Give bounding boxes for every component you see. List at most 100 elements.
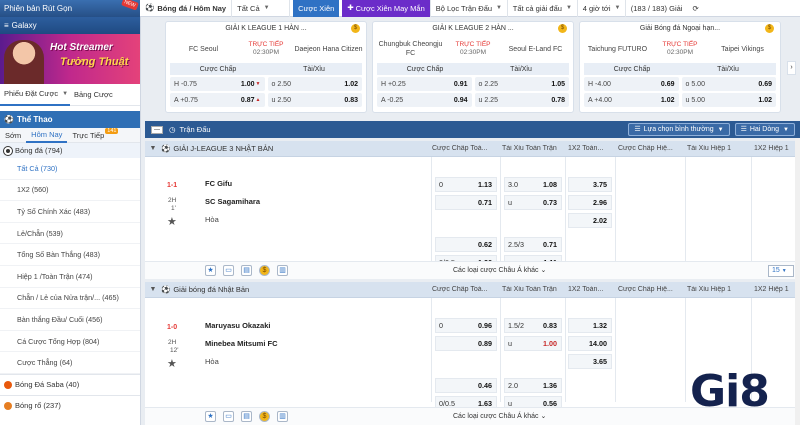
odds-cell[interactable]: 2.5/3 0.71 xyxy=(504,237,562,252)
time-select[interactable]: 4 giờ tới ▼ xyxy=(578,0,626,17)
sort-select[interactable]: ☰ Lựa chọn bình thường ▼ xyxy=(628,123,730,136)
parlay-button[interactable]: Cược Xiên xyxy=(293,0,340,17)
odds-cell[interactable]: o 2.25 1.05 xyxy=(474,77,569,91)
tab-bet-list[interactable]: Bảng Cược xyxy=(70,90,140,99)
odds-cell[interactable]: u 2.50 0.83 xyxy=(267,93,362,107)
tv-icon[interactable]: ▭ xyxy=(223,411,234,422)
featured-card[interactable]: GIẢI K LEAGUE 2 HÀN ... $ Chungbuk Cheong… xyxy=(372,21,574,113)
sidebar-sport-basketball[interactable]: Bóng rổ (237) xyxy=(0,394,140,416)
odds-cell[interactable]: H -0.75 1.00 ▼ xyxy=(170,77,265,91)
tab-today[interactable]: Hôm Nay xyxy=(26,128,68,143)
odds-cell[interactable]: 3.65 xyxy=(568,354,612,369)
league-header[interactable]: ▼ ⚽ GIẢI J-LEAGUE 3 NHẬT BẢN Cược Chấp T… xyxy=(145,141,800,157)
match-filter-select[interactable]: Bộ Lọc Trận Đấu ▼ xyxy=(431,0,508,17)
odds-value: 3.65 xyxy=(593,357,607,366)
category-soccer[interactable]: Bóng đá (794) xyxy=(0,143,140,158)
collapse-icon[interactable]: ▼ xyxy=(145,145,161,152)
odds-cell[interactable]: o 2.50 1.02 xyxy=(267,77,362,91)
odds-cell[interactable]: 1.5/2 0.83 xyxy=(504,318,562,333)
coin-icon[interactable]: $ xyxy=(259,265,270,276)
odds-cell[interactable]: A +4.00 1.02 xyxy=(584,93,679,107)
coin-icon[interactable]: $ xyxy=(259,411,270,422)
sidebar-item-odd-even[interactable]: Lẻ/Chẵn (539) xyxy=(0,223,140,245)
sidebar-item-first-last-goal[interactable]: Bàn thắng Đầu/ Cuối (456) xyxy=(0,309,140,331)
tab-bet-slip[interactable]: Phiếu Đặt Cược ▼ xyxy=(0,84,70,106)
odds-cell[interactable]: 2.0 1.36 xyxy=(504,378,562,393)
col-handicap-h1: Cược Chấp Hiệ... xyxy=(618,145,673,152)
chart-icon[interactable]: ▥ xyxy=(277,411,288,422)
coin-icon[interactable]: $ xyxy=(351,24,360,33)
chevron-down-icon: ▼ xyxy=(614,5,621,11)
odds-cell[interactable]: A +0.75 0.87 ▲ xyxy=(170,93,265,107)
promo-banner[interactable]: Hot Streamer Tường Thuật xyxy=(0,34,140,84)
card-home-team: Chungbuk Cheongju FC xyxy=(378,41,443,57)
odds-cell[interactable]: H -4.00 0.69 xyxy=(584,77,679,91)
odds-cell[interactable]: 0 0.96 xyxy=(435,318,497,333)
coin-icon[interactable]: $ xyxy=(765,24,774,33)
scrollbar[interactable] xyxy=(795,138,800,425)
favorite-icon[interactable]: ★ xyxy=(205,265,216,276)
odds-value: 1.02 xyxy=(344,80,358,88)
lines-select[interactable]: ☰ Hai Dòng ▼ xyxy=(734,123,795,136)
league-header[interactable]: ▼ ⚽ Giải bóng đá Nhật Bản Cược Chấp Toà.… xyxy=(145,282,800,298)
over-under-header: Tài/Xỉu xyxy=(510,65,532,73)
sidebar-item-ht-ft[interactable]: Hiệp 1 /Toàn Trận (474) xyxy=(0,266,140,288)
league-select[interactable]: Tất cả giải đấu ▼ xyxy=(508,0,578,17)
sidebar-item-correct-score[interactable]: Tỷ Số Chính Xác (483) xyxy=(0,201,140,223)
sidebar-sport-saba[interactable]: Bóng Đá Saba (40) xyxy=(0,373,140,395)
odds-cell[interactable]: u 0.73 xyxy=(504,195,562,210)
compact-version-button[interactable]: Phiên bản Rút Gọn NEW xyxy=(0,0,140,17)
featured-card[interactable]: GIẢI K LEAGUE 1 HÀN ... $ FC Seoul TRỰC T… xyxy=(165,21,367,113)
odds-cell[interactable]: 0.62 xyxy=(435,237,497,252)
card-away-team: Seoul E-Land FC xyxy=(508,45,563,53)
odds-cell[interactable]: 2.02 xyxy=(568,213,612,228)
sidebar-item-all[interactable]: Tất Cả (730) xyxy=(0,158,140,180)
odds-cell[interactable]: 14.00 xyxy=(568,336,612,351)
odds-cell[interactable]: 1.32 xyxy=(568,318,612,333)
odds-cell[interactable]: 3.0 1.08 xyxy=(504,177,562,192)
odds-line: 3.0 xyxy=(508,180,518,189)
odds-cell[interactable]: o 5.00 0.69 xyxy=(681,77,776,91)
odds-cell[interactable]: H +0.25 0.91 xyxy=(377,77,472,91)
tab-early[interactable]: Sớm xyxy=(0,128,26,143)
sidebar-item-1x2[interactable]: 1X2 (560) xyxy=(0,180,140,202)
odds-cell[interactable]: 2.96 xyxy=(568,195,612,210)
lucky-parlay-button[interactable]: ✚ Cược Xiên May Mắn xyxy=(342,0,431,17)
market-label: Tất Cả xyxy=(237,3,260,13)
card-away-team: Taipei Vikings xyxy=(721,45,764,53)
star-icon[interactable]: ★ xyxy=(167,215,177,228)
sidebar-item-outright[interactable]: Cược Thẳng (64) xyxy=(0,352,140,374)
odds-cell[interactable]: u 5.00 1.02 xyxy=(681,93,776,107)
odds-cell[interactable]: 0.46 xyxy=(435,378,497,393)
refresh-icon[interactable]: ⟳ xyxy=(687,0,703,17)
odds-cell[interactable]: A -0.25 0.94 xyxy=(377,93,472,107)
sidebar-item-total-goals[interactable]: Tổng Số Bàn Thắng (483) xyxy=(0,244,140,266)
soccer-ball-icon xyxy=(4,146,12,155)
star-icon[interactable]: ★ xyxy=(167,357,177,370)
odds-cell[interactable]: u 2.25 0.78 xyxy=(474,93,569,107)
more-asian-markets[interactable]: Các loại cược Châu Á khác ⌄ xyxy=(453,412,546,420)
odds-cell[interactable]: 3.75 xyxy=(568,177,612,192)
collapse-all-icon[interactable]: — xyxy=(151,125,163,134)
sidebar-item-mix-parlay[interactable]: Cá Cược Tổng Hợp (804) xyxy=(0,331,140,353)
chevron-right-icon[interactable]: › xyxy=(787,61,796,75)
stats-icon[interactable]: ▤ xyxy=(241,411,252,422)
sport-selector[interactable]: ⚽ Bóng đá / Hôm Nay xyxy=(140,0,233,17)
page-select[interactable]: 15 ▼ xyxy=(768,265,794,277)
chart-icon[interactable]: ▥ xyxy=(277,265,288,276)
odds-cell[interactable]: 0.89 xyxy=(435,336,497,351)
market-select[interactable]: Tất Cả ▼ xyxy=(232,0,291,17)
more-asian-markets[interactable]: Các loại cược Châu Á khác ⌄ xyxy=(453,266,546,274)
odds-cell[interactable]: u 1.00 xyxy=(504,336,562,351)
sidebar-item-half-odd-even[interactable]: Chẵn / Lẻ của Nửa trận/... (465) xyxy=(0,288,140,310)
collapse-icon[interactable]: ▼ xyxy=(145,286,161,293)
stats-icon[interactable]: ▤ xyxy=(241,265,252,276)
featured-card[interactable]: Giải Bóng đá Ngoại hạn... $ Taichung FUTU… xyxy=(579,21,781,113)
coin-icon[interactable]: $ xyxy=(558,24,567,33)
favorite-icon[interactable]: ★ xyxy=(205,411,216,422)
galaxy-link[interactable]: ≡ Galaxy xyxy=(0,17,140,34)
tv-icon[interactable]: ▭ xyxy=(223,265,234,276)
odds-cell[interactable]: 0 1.13 xyxy=(435,177,497,192)
tab-live[interactable]: Trực Tiếp 141 xyxy=(67,128,123,143)
odds-cell[interactable]: 0.71 xyxy=(435,195,497,210)
